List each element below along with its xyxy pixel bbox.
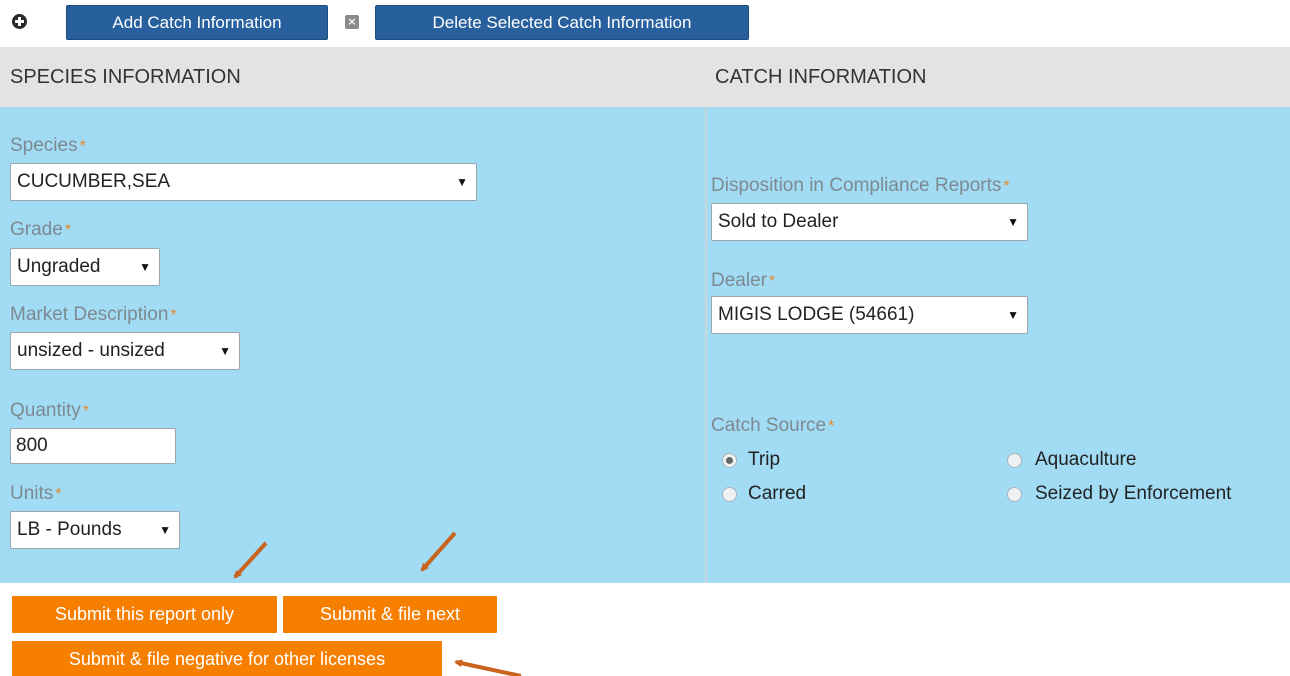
- species-select[interactable]: CUCUMBER,SEA ▼: [10, 163, 477, 201]
- dealer-label: Dealer *: [711, 270, 776, 291]
- dealer-select-value: MIGIS LODGE (54661): [718, 304, 915, 325]
- required-mark: *: [79, 138, 86, 155]
- radio-seized-label: Seized by Enforcement: [1035, 483, 1232, 504]
- catch-section-header: CATCH INFORMATION: [705, 47, 1290, 107]
- grade-select-value: Ungraded: [17, 256, 101, 277]
- chevron-down-icon: ▼: [159, 523, 171, 537]
- market-description-value: unsized - unsized: [17, 340, 165, 361]
- quantity-label: Quantity *: [10, 400, 89, 421]
- radio-carred-label: Carred: [748, 483, 807, 504]
- species-label: Species *: [10, 135, 86, 156]
- catch-source-label: Catch Source *: [711, 415, 835, 436]
- disposition-select-value: Sold to Dealer: [718, 211, 839, 232]
- radio-aquaculture-label: Aquaculture: [1035, 449, 1137, 470]
- required-mark: *: [82, 403, 89, 420]
- chevron-down-icon: ▼: [139, 260, 151, 274]
- required-mark: *: [1003, 178, 1010, 195]
- radio-seized-by-enforcement[interactable]: [1007, 487, 1022, 502]
- submit-file-negative-button[interactable]: Submit & file negative for other license…: [12, 641, 442, 676]
- grade-label: Grade *: [10, 219, 72, 240]
- submit-report-only-button[interactable]: Submit this report only: [12, 596, 277, 633]
- arrow-to-submit-negative: [454, 659, 522, 676]
- required-mark: *: [55, 486, 62, 503]
- radio-aquaculture[interactable]: [1007, 453, 1022, 468]
- panel-divider: [705, 107, 707, 583]
- units-select-value: LB - Pounds: [17, 519, 122, 540]
- market-description-label: Market Description *: [10, 304, 177, 325]
- disposition-label: Disposition in Compliance Reports *: [711, 175, 1010, 196]
- market-description-select[interactable]: unsized - unsized ▼: [10, 332, 240, 370]
- required-mark: *: [828, 418, 835, 435]
- submit-file-next-button[interactable]: Submit & file next: [283, 596, 497, 633]
- units-label: Units *: [10, 483, 62, 504]
- required-mark: *: [768, 273, 776, 290]
- required-mark: *: [170, 307, 177, 324]
- required-mark: *: [64, 222, 72, 239]
- units-select[interactable]: LB - Pounds ▼: [10, 511, 180, 549]
- species-section-header: SPECIES INFORMATION: [0, 47, 705, 107]
- radio-trip[interactable]: [722, 453, 737, 468]
- disposition-select[interactable]: Sold to Dealer ▼: [711, 203, 1028, 241]
- chevron-down-icon: ▼: [1007, 215, 1019, 229]
- chevron-down-icon: ▼: [1007, 308, 1019, 322]
- chevron-down-icon: ▼: [219, 344, 231, 358]
- species-select-value: CUCUMBER,SEA: [17, 171, 171, 192]
- radio-carred[interactable]: [722, 487, 737, 502]
- chevron-down-icon: ▼: [456, 175, 468, 189]
- add-catch-button[interactable]: Add Catch Information: [66, 5, 328, 40]
- dealer-select[interactable]: MIGIS LODGE (54661) ▼: [711, 296, 1028, 334]
- radio-trip-label: Trip: [748, 449, 781, 470]
- close-box-icon[interactable]: ×: [345, 15, 359, 29]
- quantity-input[interactable]: 800: [10, 428, 176, 464]
- grade-select[interactable]: Ungraded ▼: [10, 248, 160, 286]
- delete-catch-button[interactable]: Delete Selected Catch Information: [375, 5, 749, 40]
- plus-circle-icon[interactable]: [12, 14, 27, 29]
